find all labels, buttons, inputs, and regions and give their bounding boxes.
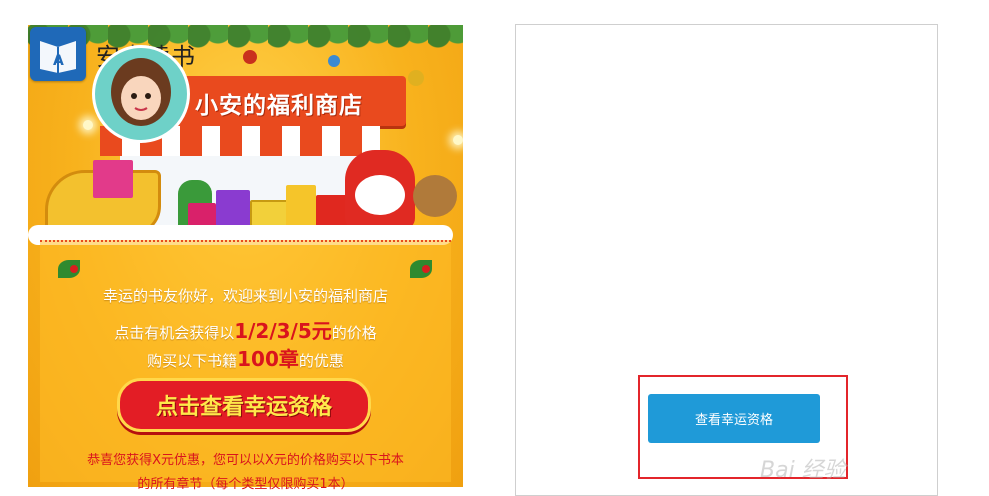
offer-prices: 1/2/3/5元 <box>234 319 332 343</box>
sparkle-icon <box>453 135 463 145</box>
view-lucky-eligibility-label: 点击查看幸运资格 <box>155 395 332 420</box>
watermark-text: Bai 经验 <box>760 458 846 483</box>
holly-berry-icon <box>422 265 430 273</box>
sparkle-icon <box>83 120 93 130</box>
santa-beard <box>355 175 405 215</box>
congrats-text-line2: 的所有章节（每个类型仅限购买1本） <box>137 477 354 492</box>
ornament-icon <box>408 70 424 86</box>
toy-sack-icon <box>413 175 457 217</box>
books-text: 购买以下书籍100章的优惠 <box>40 343 451 372</box>
check-lucky-eligibility-button[interactable]: 查看幸运资格 <box>648 394 820 443</box>
congrats-text-line1: 恭喜您获得X元优惠，您可以以X元的价格购买以下书本 <box>87 453 404 468</box>
offer-prefix: 点击有机会获得以 <box>114 324 235 342</box>
svg-text:A: A <box>53 53 64 69</box>
gift-box-icon <box>316 195 348 229</box>
books-prefix: 购买以下书籍 <box>147 352 238 370</box>
avatar <box>92 45 190 143</box>
ornament-icon <box>243 50 257 64</box>
books-chapters: 100章 <box>237 347 299 371</box>
ornament-icon <box>328 55 340 67</box>
view-lucky-eligibility-button[interactable]: 点击查看幸运资格 <box>117 378 371 432</box>
gift-box-icon <box>216 190 250 230</box>
offer-suffix: 的价格 <box>331 324 377 342</box>
greeting-text: 幸运的书友你好，欢迎来到小安的福利商店 <box>102 287 388 305</box>
shop-banner-title: 小安的福利商店 <box>195 93 363 119</box>
book-logo-icon: A <box>30 27 86 81</box>
holly-berry-icon <box>70 265 78 273</box>
gift-box-icon <box>286 185 316 229</box>
offer-text: 点击有机会获得以1/2/3/5元的价格 <box>40 315 451 344</box>
gift-box-icon <box>93 160 133 198</box>
books-suffix: 的优惠 <box>298 352 344 370</box>
